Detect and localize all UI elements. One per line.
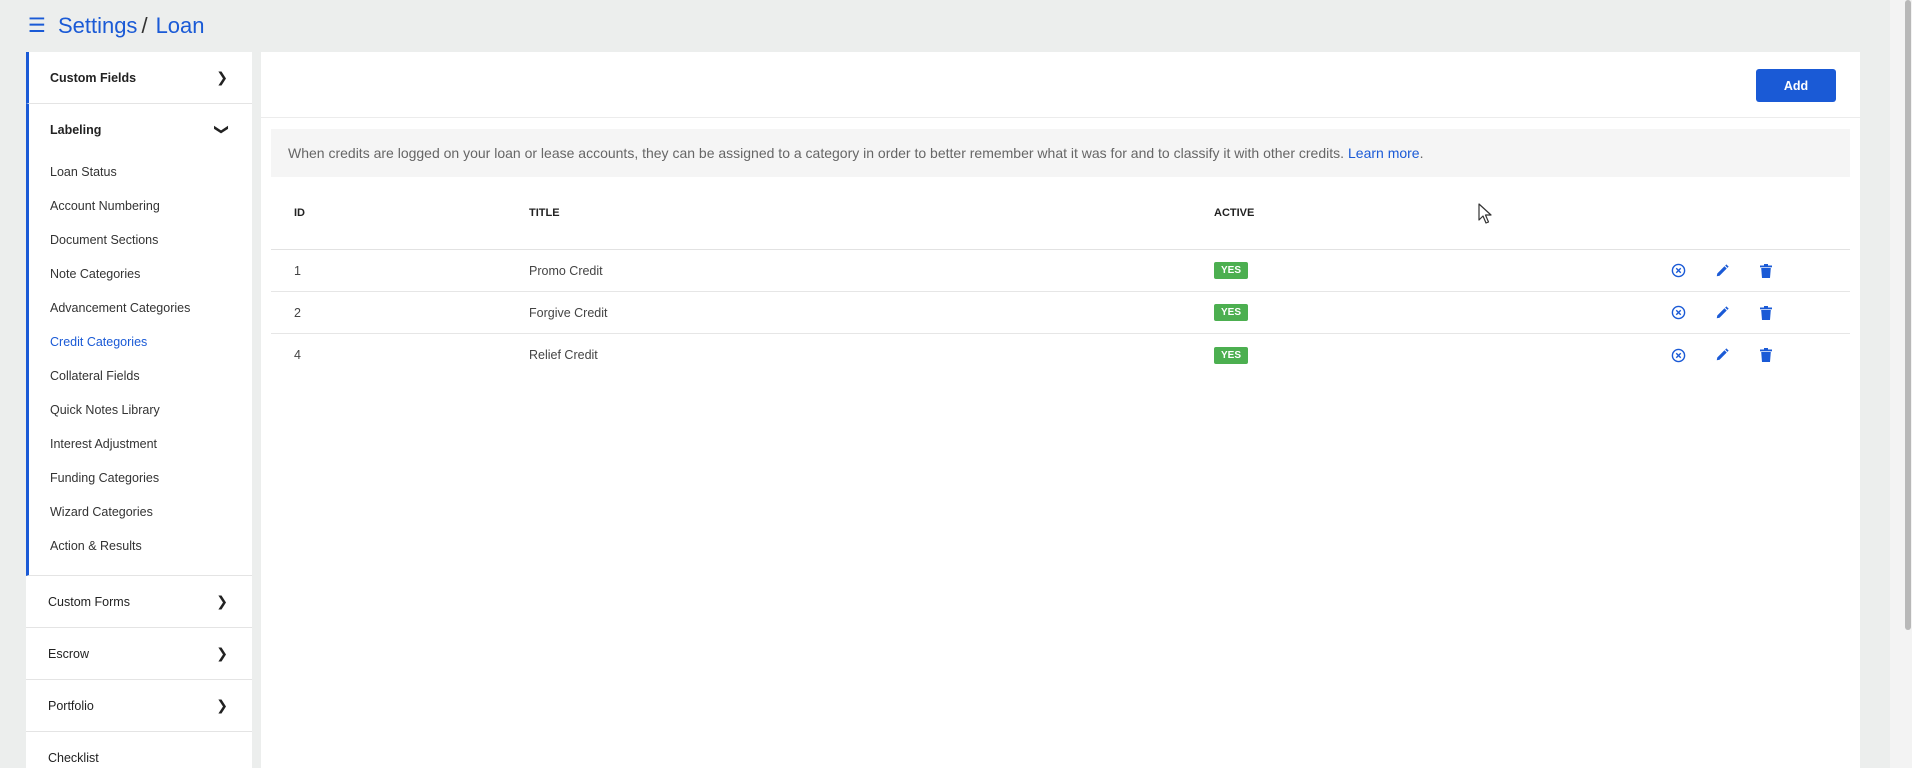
sidebar-group-label: Custom Fields — [50, 70, 137, 85]
row-actions — [1669, 262, 1775, 280]
row-actions — [1669, 304, 1775, 322]
sidebar-group-header[interactable]: Custom Fields ❯ — [29, 52, 252, 103]
sidebar-group-label: Escrow — [48, 646, 89, 661]
row-actions — [1669, 346, 1775, 364]
column-header-title[interactable]: TITLE — [529, 207, 1214, 219]
main-panel: Add When credits are logged on your loan… — [261, 52, 1860, 768]
sidebar-sublist-labeling: Loan Status Account Numbering Document S… — [29, 155, 252, 575]
sidebar-group-header[interactable]: Custom Forms ❯ — [26, 576, 252, 627]
sidebar-group-label: Custom Forms — [48, 594, 130, 609]
sidebar-item-funding-categories[interactable]: Funding Categories — [29, 461, 252, 495]
mouse-cursor-icon — [1478, 203, 1492, 224]
cell-title: Relief Credit — [529, 348, 598, 362]
sidebar-group-checklist[interactable]: Checklist — [26, 732, 252, 768]
cell-active: YES — [1214, 346, 1669, 364]
sidebar-item-document-sections[interactable]: Document Sections — [29, 223, 252, 257]
sidebar-group-labeling[interactable]: Labeling ❯ Loan Status Account Numbering… — [26, 104, 252, 576]
sidebar-group-label: Checklist — [48, 750, 99, 765]
chevron-right-icon: ❯ — [216, 645, 228, 661]
breadcrumb-settings[interactable]: Settings — [58, 13, 138, 39]
cell-id: 1 — [294, 263, 301, 278]
sidebar-group-label: Labeling — [50, 122, 102, 137]
cell-title: Forgive Credit — [529, 305, 608, 320]
chevron-right-icon: ❯ — [216, 697, 228, 713]
sidebar-group-header[interactable]: Portfolio ❯ — [26, 680, 252, 731]
sidebar-group-header[interactable]: Escrow ❯ — [26, 628, 252, 679]
edit-icon[interactable] — [1713, 346, 1731, 364]
breadcrumb-loan[interactable]: Loan — [156, 13, 205, 39]
delete-icon[interactable] — [1757, 346, 1775, 364]
info-banner: When credits are logged on your loan or … — [271, 129, 1850, 177]
cell-id: 2 — [294, 305, 301, 320]
table-row: 1 Promo Credit YES — [271, 250, 1850, 292]
table-row: 4 Relief Credit YES — [271, 334, 1850, 376]
sidebar-group-portfolio[interactable]: Portfolio ❯ — [26, 680, 252, 732]
breadcrumb-separator: / — [141, 13, 148, 38]
info-text: When credits are logged on your loan or … — [288, 145, 1344, 161]
active-badge: YES — [1214, 346, 1249, 364]
page-scrollbar-thumb[interactable] — [1905, 0, 1911, 630]
active-badge: YES — [1214, 304, 1249, 321]
chevron-right-icon: ❯ — [216, 69, 228, 85]
add-button[interactable]: Add — [1756, 69, 1836, 102]
deactivate-icon[interactable] — [1669, 304, 1687, 322]
deactivate-icon[interactable] — [1669, 346, 1687, 364]
sidebar-group-escrow[interactable]: Escrow ❯ — [26, 628, 252, 680]
settings-sidebar: Custom Fields ❯ Labeling ❯ Loan Status A… — [26, 52, 252, 768]
sidebar-item-loan-status[interactable]: Loan Status — [29, 155, 252, 189]
delete-icon[interactable] — [1757, 262, 1775, 280]
sidebar-item-account-numbering[interactable]: Account Numbering — [29, 189, 252, 223]
sidebar-item-quick-notes-library[interactable]: Quick Notes Library — [29, 393, 252, 427]
sidebar-group-header[interactable]: Checklist — [26, 732, 252, 768]
cell-active: YES — [1214, 304, 1669, 321]
credit-categories-table: ID TITLE ACTIVE 1 Promo Credit YES 2 For… — [271, 177, 1850, 376]
sidebar-group-custom-forms[interactable]: Custom Forms ❯ — [26, 576, 252, 628]
table-row: 2 Forgive Credit YES — [271, 292, 1850, 334]
sidebar-item-note-categories[interactable]: Note Categories — [29, 257, 252, 291]
hamburger-icon[interactable]: ☰ — [28, 16, 46, 36]
deactivate-icon[interactable] — [1669, 262, 1687, 280]
sidebar-item-action-results[interactable]: Action & Results — [29, 529, 252, 563]
sidebar-item-credit-categories[interactable]: Credit Categories — [29, 325, 252, 359]
cell-id: 4 — [294, 348, 301, 362]
edit-icon[interactable] — [1713, 304, 1731, 322]
chevron-down-icon: ❯ — [214, 123, 231, 136]
toolbar: Add — [261, 52, 1860, 118]
sidebar-group-header[interactable]: Labeling ❯ — [29, 104, 252, 155]
table-header: ID TITLE ACTIVE — [271, 177, 1850, 250]
learn-more-link[interactable]: Learn more — [1348, 145, 1420, 161]
sidebar-item-collateral-fields[interactable]: Collateral Fields — [29, 359, 252, 393]
active-badge: YES — [1214, 262, 1249, 279]
delete-icon[interactable] — [1757, 304, 1775, 322]
column-header-active[interactable]: ACTIVE — [1214, 207, 1669, 219]
sidebar-group-custom-fields[interactable]: Custom Fields ❯ — [26, 52, 252, 104]
sidebar-item-wizard-categories[interactable]: Wizard Categories — [29, 495, 252, 529]
page-header: ☰ Settings / Loan — [0, 0, 1890, 52]
column-header-id[interactable]: ID — [271, 207, 529, 219]
cell-title: Promo Credit — [529, 263, 603, 278]
sidebar-item-advancement-categories[interactable]: Advancement Categories — [29, 291, 252, 325]
edit-icon[interactable] — [1713, 262, 1731, 280]
cell-active: YES — [1214, 262, 1669, 279]
sidebar-group-label: Portfolio — [48, 698, 94, 713]
chevron-right-icon: ❯ — [216, 593, 228, 609]
sidebar-item-interest-adjustment[interactable]: Interest Adjustment — [29, 427, 252, 461]
learn-more-suffix: . — [1419, 145, 1424, 161]
